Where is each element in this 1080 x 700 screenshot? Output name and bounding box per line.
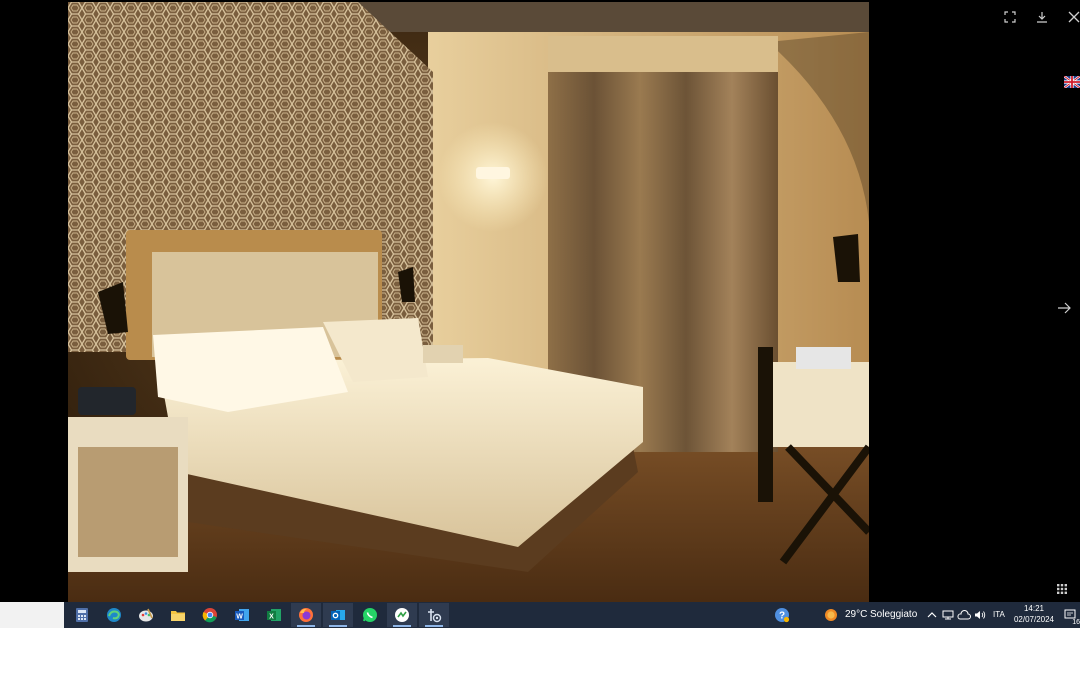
notification-icon[interactable]: 16 xyxy=(1061,603,1080,627)
firefox-icon[interactable] xyxy=(291,603,321,627)
svg-text:X: X xyxy=(269,614,274,621)
weather-condition[interactable]: Soleggiato xyxy=(870,602,917,628)
arrow-right-icon[interactable] xyxy=(1053,297,1075,319)
app-icon[interactable] xyxy=(387,603,417,627)
grid-icon[interactable] xyxy=(1051,578,1073,600)
weather-temp[interactable]: 29°C xyxy=(845,602,867,628)
calculator-icon[interactable] xyxy=(67,603,97,627)
settings-app-icon[interactable] xyxy=(419,603,449,627)
weather-sun-icon[interactable] xyxy=(820,603,842,627)
cloud-icon[interactable] xyxy=(956,603,972,627)
whatsapp-icon[interactable] xyxy=(355,603,385,627)
taskbar-search-area[interactable] xyxy=(0,602,64,628)
volume-icon[interactable] xyxy=(972,603,988,627)
system-clock[interactable]: 14:21 02/07/2024 xyxy=(1008,603,1060,625)
svg-text:W: W xyxy=(236,614,243,621)
windows-taskbar: W X ? 29°C Soleggiato ITA 14:21 02/07/20… xyxy=(0,602,1080,628)
page-background xyxy=(0,628,1080,700)
folder-icon[interactable] xyxy=(163,603,193,627)
excel-icon[interactable]: X xyxy=(259,603,289,627)
language-indicator[interactable]: ITA xyxy=(993,602,1005,628)
notification-count: 16 xyxy=(1072,619,1080,626)
clock-time: 14:21 xyxy=(1023,604,1045,613)
edge-icon[interactable] xyxy=(99,603,129,627)
hotel-room-photo xyxy=(68,2,869,602)
chrome-icon[interactable] xyxy=(195,603,225,627)
fullscreen-icon[interactable] xyxy=(999,6,1021,28)
image-viewer xyxy=(0,0,1080,602)
clock-date: 02/07/2024 xyxy=(1013,615,1055,624)
close-icon[interactable] xyxy=(1063,6,1080,28)
word-icon[interactable]: W xyxy=(227,603,257,627)
network-icon[interactable] xyxy=(940,603,956,627)
download-icon[interactable] xyxy=(1031,6,1053,28)
paint-icon[interactable] xyxy=(131,603,161,627)
chevron-up-icon[interactable] xyxy=(924,603,940,627)
outlook-icon[interactable] xyxy=(323,603,353,627)
help-icon[interactable]: ? xyxy=(767,603,797,627)
uk-flag-icon[interactable] xyxy=(1063,75,1080,89)
